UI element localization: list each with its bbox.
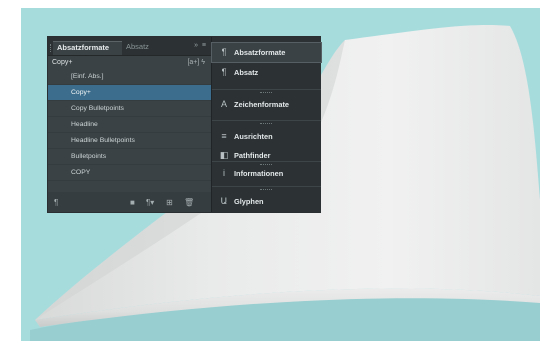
list-item-selected[interactable]: Copy+: [48, 85, 211, 101]
pathfinder-icon: ◧: [219, 150, 229, 160]
dock-item-label: Glyphen: [234, 197, 264, 206]
dock-item-zeichenformate[interactable]: A Zeichenformate: [212, 95, 321, 114]
dock-item-label: Pathfinder: [234, 151, 271, 160]
info-icon: i: [223, 168, 225, 178]
dock-item-informationen[interactable]: i Informationen: [212, 164, 321, 183]
character-styles-icon: A: [220, 99, 227, 109]
paragraph-icon: ¶: [221, 67, 227, 77]
panel-dock: ¶ Absatzformate ¶ Absatz A Zeichenformat…: [211, 37, 322, 212]
list-item[interactable]: COPY: [48, 165, 211, 181]
list-item[interactable]: Headline: [48, 117, 211, 133]
dock-separator: [212, 161, 321, 162]
dock-separator: [212, 89, 321, 90]
tab-absatz[interactable]: Absatz: [126, 41, 162, 55]
dock-grip[interactable]: [260, 92, 272, 93]
dock-item-label: Zeichenformate: [234, 100, 290, 109]
dock-separator: [212, 186, 321, 187]
dock-item-label: Absatzformate: [234, 48, 286, 57]
dock-item-pathfinder[interactable]: ◧ Pathfinder: [212, 146, 321, 165]
indesign-panel: Absatzformate Absatz » ≡ Copy+ [a+] ϟ [E…: [48, 37, 322, 212]
current-style-name: Copy+: [52, 59, 73, 66]
dock-item-absatz[interactable]: ¶ Absatz: [212, 63, 321, 82]
dock-item-label: Absatz: [234, 68, 259, 77]
panel-menu-button[interactable]: » ≡: [194, 42, 207, 49]
new-style-icon[interactable]: ⊞: [166, 198, 173, 207]
list-item[interactable]: Bulletpoints: [48, 149, 211, 165]
dock-item-glyphen[interactable]: Ա Glyphen: [212, 192, 321, 211]
dock-separator: [212, 120, 321, 121]
dock-item-absatzformate[interactable]: ¶ Absatzformate: [211, 42, 322, 63]
dock-grip[interactable]: [260, 189, 272, 190]
folder-icon[interactable]: ■: [130, 198, 135, 207]
clear-overrides-icon[interactable]: ¶▾: [146, 198, 154, 207]
trash-icon[interactable]: 🗑: [184, 198, 194, 207]
paragraph-styles-icon: ¶: [221, 47, 227, 57]
align-icon: ≡: [221, 131, 227, 141]
list-item[interactable]: Headline Bulletpoints: [48, 133, 211, 149]
list-item[interactable]: Copy Bulletpoints: [48, 101, 211, 117]
dock-item-ausrichten[interactable]: ≡ Ausrichten: [212, 127, 321, 146]
panel-tab-bar: Absatzformate Absatz » ≡: [48, 37, 211, 56]
dock-item-label: Informationen: [234, 169, 284, 178]
tab-absatzformate[interactable]: Absatzformate: [53, 41, 122, 55]
panel-bottom-bar: ¶ ■ ¶▾ ⊞ 🗑: [48, 192, 211, 212]
glyphs-icon: Ա: [220, 196, 228, 206]
current-style-row: Copy+ [a+] ϟ: [48, 57, 211, 68]
style-override-icons[interactable]: [a+] ϟ: [187, 57, 205, 68]
list-item[interactable]: [Einf. Abs.]: [48, 69, 211, 85]
style-list: [Einf. Abs.] Copy+ Copy Bulletpoints Hea…: [48, 69, 211, 181]
paragraph-styles-panel: Absatzformate Absatz » ≡ Copy+ [a+] ϟ [E…: [48, 37, 211, 212]
style-group-icon[interactable]: ¶: [54, 198, 58, 207]
dock-item-label: Ausrichten: [234, 132, 273, 141]
dock-grip[interactable]: [260, 123, 272, 124]
